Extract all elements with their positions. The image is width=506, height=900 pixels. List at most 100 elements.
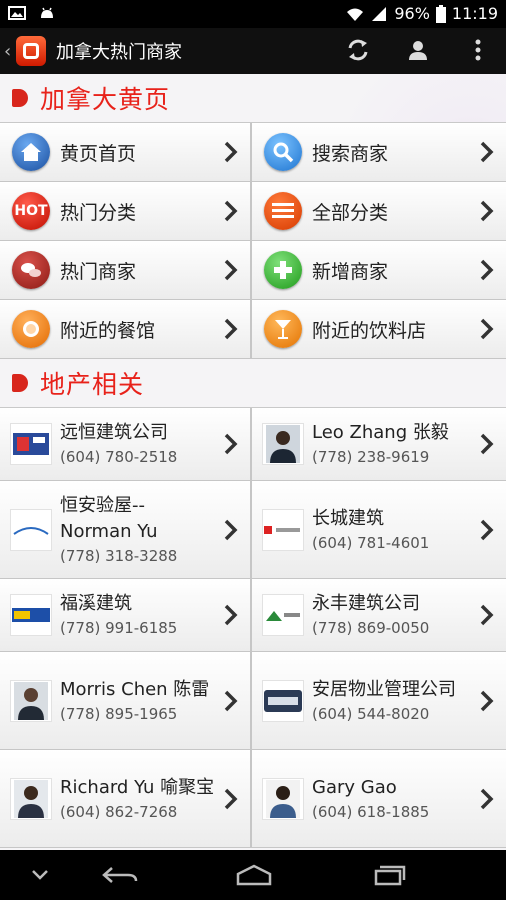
menu-item-all-categories[interactable]: 全部分类 [252,182,506,241]
business-name: 长城建筑 [312,507,384,529]
chevron-right-icon [224,259,238,281]
menu-item-nearby-restaurants[interactable]: 附近的餐馆 [0,300,252,359]
business-item[interactable]: Richard Yu 喻聚宝 (604) 862-7268 [0,750,252,848]
chat-icon [12,251,50,289]
content-area[interactable]: 加拿大黄页 黄页首页 搜索商家 HOT 热门分类 全部分类 热门商家 新增商家 … [0,74,506,850]
list-icon [264,192,302,230]
business-item[interactable]: Morris Chen 陈雷 (778) 895-1965 [0,652,252,750]
home-nav-icon [236,864,272,886]
home-icon [12,133,50,171]
chevron-right-icon [224,318,238,340]
business-photo [262,423,304,465]
business-phone: (604) 780-2518 [60,448,178,466]
business-phone: (604) 544-8020 [312,704,430,723]
chevron-right-icon [224,690,238,711]
battery-percent: 96% [394,4,430,23]
refresh-button[interactable] [344,36,372,64]
chevron-right-icon [480,433,494,455]
image-notification-icon [8,6,26,20]
business-item[interactable]: 永丰建筑公司 (778) 869-0050 [252,579,506,652]
refresh-icon [348,39,368,61]
business-name: Richard Yu 喻聚宝 [60,776,215,798]
signal-icon [372,6,387,21]
section-marker-icon [12,374,28,392]
menu-label: 全部分类 [312,201,389,224]
hide-keyboard-button[interactable] [26,862,54,888]
business-grid: 远恒建筑公司 (604) 780-2518 Leo Zhang 张毅 (778)… [0,407,506,848]
business-phone: (604) 862-7268 [60,802,178,821]
business-name: Gary Gao [312,776,397,798]
menu-label: 附近的餐馆 [60,319,156,342]
chevron-right-icon [224,141,238,163]
business-name: 福溪建筑 [60,593,132,614]
chevron-right-icon [224,433,238,455]
menu-item-hot-businesses[interactable]: 热门商家 [0,241,252,300]
person-icon [409,41,427,60]
business-photo [10,777,52,820]
business-logo [10,594,52,636]
menu-item-search[interactable]: 搜索商家 [252,123,506,182]
hot-icon: HOT [12,192,50,230]
chevron-right-icon [224,604,238,626]
business-photo [262,777,304,820]
business-item[interactable]: Gary Gao (604) 618-1885 [252,750,506,848]
chevron-right-icon [480,141,494,163]
chevron-right-icon [224,519,238,540]
chevron-right-icon [480,519,494,540]
chevron-right-icon [224,788,238,809]
android-notification-icon [41,7,53,18]
business-photo [10,679,52,722]
menu-label: 热门商家 [60,260,137,283]
system-navigation-bar [0,850,506,900]
action-bar: ‹ 加拿大热门商家 [0,28,506,74]
menu-item-home[interactable]: 黄页首页 [0,123,252,182]
menu-item-nearby-drink-shops[interactable]: 附近的饮料店 [252,300,506,359]
business-phone: (778) 869-0050 [312,619,430,637]
business-name: Leo Zhang 张毅 [312,422,449,443]
chevron-down-icon [32,870,48,880]
section-title: 加拿大黄页 [40,85,171,114]
business-item[interactable]: 恒安验屋--Norman Yu (778) 318-3288 [0,481,252,579]
business-logo [262,594,304,636]
business-logo [262,508,304,551]
menu-item-new-businesses[interactable]: 新增商家 [252,241,506,300]
business-name: 安居物业管理公司 [312,678,456,700]
home-button[interactable] [230,862,278,888]
chevron-right-icon [480,690,494,711]
business-phone: (778) 318-3288 [60,546,178,565]
business-name: Morris Chen 陈雷 [60,678,210,700]
business-item[interactable]: 长城建筑 (604) 781-4601 [252,481,506,579]
back-button[interactable] [98,862,142,888]
business-item[interactable]: 福溪建筑 (778) 991-6185 [0,579,252,652]
business-phone: (778) 991-6185 [60,619,178,637]
drink-icon [264,310,302,348]
menu-item-hot-categories[interactable]: HOT 热门分类 [0,182,252,241]
section-header-real-estate: 地产相关 [0,359,506,407]
business-item[interactable]: Leo Zhang 张毅 (778) 238-9619 [252,408,506,481]
chevron-right-icon [480,259,494,281]
more-vertical-icon [475,39,481,61]
chevron-right-icon [480,318,494,340]
business-name: 永丰建筑公司 [312,593,420,614]
chevron-right-icon [480,788,494,809]
menu-label: 搜索商家 [312,142,389,165]
business-phone: (778) 895-1965 [60,704,178,723]
menu-label: 附近的饮料店 [312,319,427,342]
overflow-menu-button[interactable] [464,36,492,64]
business-logo [262,679,304,722]
account-button[interactable] [404,36,432,64]
up-navigation-icon[interactable]: ‹ [4,41,14,62]
app-logo[interactable] [16,36,46,66]
business-phone: (778) 238-9619 [312,448,430,466]
battery-icon [435,4,446,23]
status-bar: 96% 11:19 [0,0,506,28]
section-title: 地产相关 [40,370,145,399]
business-logo [10,423,52,465]
business-item[interactable]: 安居物业管理公司 (604) 544-8020 [252,652,506,750]
recent-apps-button[interactable] [366,862,410,888]
add-icon [264,251,302,289]
business-item[interactable]: 远恒建筑公司 (604) 780-2518 [0,408,252,481]
menu-grid: 黄页首页 搜索商家 HOT 热门分类 全部分类 热门商家 新增商家 附近的餐馆 … [0,122,506,359]
back-icon [102,867,138,883]
recents-icon [374,865,406,886]
